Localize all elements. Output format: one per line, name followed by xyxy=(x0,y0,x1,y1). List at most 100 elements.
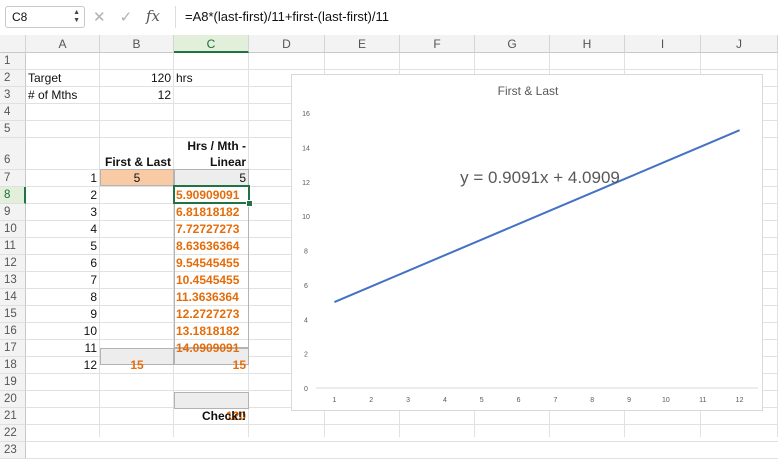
cell-C18[interactable]: 15 xyxy=(174,357,249,373)
cell-B6[interactable]: First & Last xyxy=(100,155,174,171)
name-box-stepper-icon[interactable]: ▲ ▼ xyxy=(73,9,80,25)
data-point xyxy=(444,254,446,256)
row-header-11[interactable]: 11 xyxy=(0,238,26,255)
row-header-13[interactable]: 13 xyxy=(0,272,26,289)
y-tick-label: 4 xyxy=(304,317,308,324)
row-header-9[interactable]: 9 xyxy=(0,204,26,221)
cell-B7[interactable]: 5 xyxy=(100,170,174,186)
chart-first-last[interactable]: First & Last 0 2 4 6 8 10 12 14 16 1 2 3 4 5 6 7 8 9 10 11 12… xyxy=(291,74,763,411)
cell-A8[interactable]: 2 xyxy=(26,187,100,203)
cell-B2[interactable]: 120 xyxy=(100,71,174,87)
name-box[interactable]: C8 ▲ ▼ xyxy=(5,6,85,28)
cell-C6-line2[interactable]: Linear xyxy=(174,155,249,171)
row-header-10[interactable]: 10 xyxy=(0,221,26,238)
y-tick-label: 6 xyxy=(304,283,308,290)
data-point xyxy=(739,129,741,131)
column-header-I[interactable]: I xyxy=(625,35,701,53)
x-tick-label: 1 xyxy=(332,397,336,404)
cell-C22[interactable]: Check!! xyxy=(174,409,249,425)
row-header-14[interactable]: 14 xyxy=(0,289,26,306)
row-header-6[interactable]: 6 xyxy=(0,138,26,170)
row-header-2[interactable]: 2 xyxy=(0,70,26,87)
formula-input[interactable]: =A8*(last-first)/11+first-(last-first)/1… xyxy=(185,9,389,24)
row-header-8[interactable]: 8 xyxy=(0,187,26,204)
row-header-18[interactable]: 18 xyxy=(0,357,26,374)
cell-C16[interactable]: 13.1818182 xyxy=(174,323,249,339)
active-cell-C8[interactable] xyxy=(173,185,250,204)
cell-C17[interactable]: 14.0909091 xyxy=(174,340,249,356)
data-point xyxy=(554,207,556,209)
cell-A7[interactable]: 1 xyxy=(26,170,100,186)
cancel-icon[interactable]: ✕ xyxy=(93,9,106,26)
column-header-J[interactable]: J xyxy=(701,35,778,53)
cell-A9[interactable]: 3 xyxy=(26,204,100,220)
data-point xyxy=(702,145,704,147)
row-header-22[interactable]: 22 xyxy=(0,425,26,442)
cell-C9[interactable]: 6.81818182 xyxy=(174,204,249,220)
column-header-G[interactable]: G xyxy=(475,35,550,53)
cell-C2[interactable]: hrs xyxy=(174,71,249,87)
cell-A11[interactable]: 5 xyxy=(26,238,100,254)
row-header-16[interactable]: 16 xyxy=(0,323,26,340)
cell-A10[interactable]: 4 xyxy=(26,221,100,237)
row-header-15[interactable]: 15 xyxy=(0,306,26,323)
cell-A14[interactable]: 8 xyxy=(26,289,100,305)
x-tick-label: 11 xyxy=(699,397,706,404)
y-tick-label: 12 xyxy=(302,180,310,187)
row-header-23[interactable]: 23 xyxy=(0,442,26,459)
insert-function-icon[interactable]: fx xyxy=(146,7,160,25)
row-header-12[interactable]: 12 xyxy=(0,255,26,272)
row-header-5[interactable]: 5 xyxy=(0,121,26,138)
fill-handle[interactable] xyxy=(246,200,253,207)
cell-B3[interactable]: 12 xyxy=(100,88,174,104)
cell-C12[interactable]: 9.54545455 xyxy=(174,255,249,271)
cell-A17[interactable]: 11 xyxy=(26,340,100,356)
cell-A15[interactable]: 9 xyxy=(26,306,100,322)
y-tick-label: 8 xyxy=(304,249,308,256)
cell-A16[interactable]: 10 xyxy=(26,323,100,339)
row-header-21[interactable]: 21 xyxy=(0,408,26,425)
row-header-19[interactable]: 19 xyxy=(0,374,26,391)
formula-bar: C8 ▲ ▼ ✕ ✓ fx =A8*(last-first)/11+first-(l… xyxy=(0,0,778,36)
column-header-H[interactable]: H xyxy=(550,35,625,53)
row-header-1[interactable]: 1 xyxy=(0,53,26,70)
chart-title: First & Last xyxy=(498,84,559,98)
cell-A13[interactable]: 7 xyxy=(26,272,100,288)
cell-A3[interactable]: # of Mths xyxy=(26,88,100,104)
column-header-C[interactable]: C xyxy=(174,35,249,53)
select-all-corner[interactable] xyxy=(0,35,26,53)
data-point xyxy=(591,192,593,194)
confirm-icon[interactable]: ✓ xyxy=(120,9,133,26)
column-header-E[interactable]: E xyxy=(325,35,400,53)
cell-C13[interactable]: 10.4545455 xyxy=(174,272,249,288)
cell-C7[interactable]: 5 xyxy=(174,170,249,186)
y-tick-label: 16 xyxy=(302,111,310,118)
x-tick-label: 3 xyxy=(406,397,410,404)
cell-A12[interactable]: 6 xyxy=(26,255,100,271)
cell-C11[interactable]: 8.63636364 xyxy=(174,238,249,254)
cell-C14[interactable]: 11.3636364 xyxy=(174,289,249,305)
formula-separator xyxy=(175,6,176,28)
x-tick-label: 4 xyxy=(443,397,447,404)
cell-A18[interactable]: 12 xyxy=(26,357,100,373)
gridline-horizontal xyxy=(26,424,778,425)
x-tick-label: 12 xyxy=(736,397,744,404)
row-header-20[interactable]: 20 xyxy=(0,391,26,408)
name-box-value: C8 xyxy=(12,10,28,24)
column-header-A[interactable]: A xyxy=(26,35,100,53)
cell-A2[interactable]: Target xyxy=(26,71,100,87)
column-header-B[interactable]: B xyxy=(100,35,174,53)
data-point xyxy=(665,160,667,162)
cell-C10[interactable]: 7.72727273 xyxy=(174,221,249,237)
column-header-F[interactable]: F xyxy=(400,35,475,53)
row-header-17[interactable]: 17 xyxy=(0,340,26,357)
column-header-D[interactable]: D xyxy=(249,35,325,53)
row-header-7[interactable]: 7 xyxy=(0,170,26,187)
row-header-3[interactable]: 3 xyxy=(0,87,26,104)
cell-B18[interactable]: 15 xyxy=(100,357,174,373)
cell-C6-line1[interactable]: Hrs / Mth - xyxy=(174,139,249,155)
formula-actions: ✕ ✓ xyxy=(93,8,146,26)
cell-C15[interactable]: 12.2727273 xyxy=(174,306,249,322)
row-header-4[interactable]: 4 xyxy=(0,104,26,121)
data-point xyxy=(370,285,372,287)
